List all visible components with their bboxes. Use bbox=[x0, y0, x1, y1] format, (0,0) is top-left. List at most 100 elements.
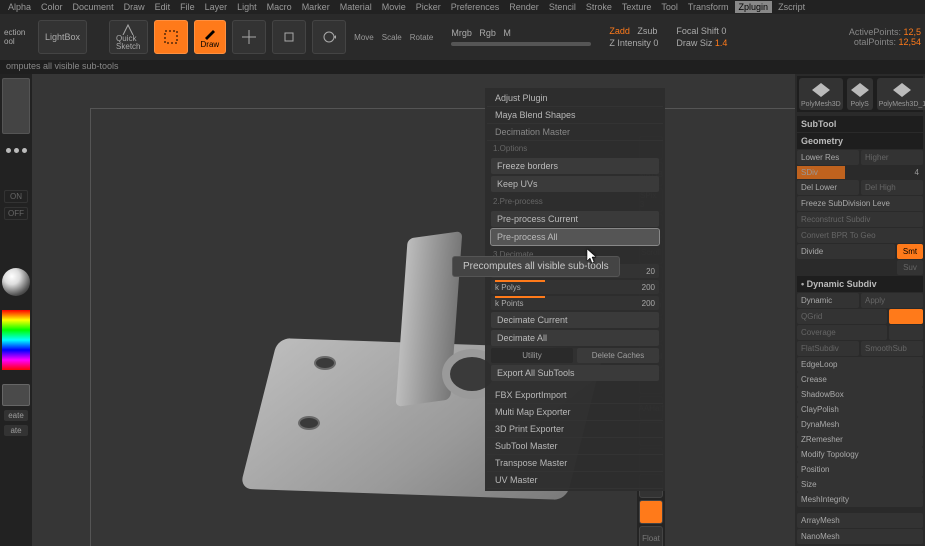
menu-edit[interactable]: Edit bbox=[151, 1, 175, 13]
menu-layer[interactable]: Layer bbox=[201, 1, 232, 13]
menu-preferences[interactable]: Preferences bbox=[447, 1, 504, 13]
arraymesh-header[interactable]: ArrayMesh bbox=[797, 513, 923, 528]
coverage-value[interactable] bbox=[889, 325, 923, 340]
freeze-subdiv-button[interactable]: Freeze SubDivision Leve bbox=[797, 196, 923, 211]
divide-button[interactable]: Divide bbox=[797, 244, 895, 259]
menu-picker[interactable]: Picker bbox=[412, 1, 445, 13]
plugin-uv-master[interactable]: UV Master bbox=[487, 472, 663, 489]
color-picker[interactable] bbox=[2, 310, 30, 370]
coverage-button[interactable]: Coverage bbox=[797, 325, 887, 340]
menu-render[interactable]: Render bbox=[505, 1, 543, 13]
decimation-master-item[interactable]: Decimation Master bbox=[487, 124, 663, 141]
del-lower-button[interactable]: Del Lower bbox=[797, 180, 859, 195]
menu-alpha[interactable]: Alpha bbox=[4, 1, 35, 13]
freeze-borders-button[interactable]: Freeze borders bbox=[491, 158, 659, 174]
suv-toggle[interactable]: Suv bbox=[897, 260, 923, 275]
delete-caches-button[interactable]: Delete Caches bbox=[577, 348, 659, 363]
menu-zplugin[interactable]: Zplugin bbox=[735, 1, 773, 13]
panel-zremesher[interactable]: ZRemesher bbox=[797, 432, 923, 447]
smt-toggle[interactable]: Smt bbox=[897, 244, 923, 259]
menu-material[interactable]: Material bbox=[336, 1, 376, 13]
move-mode-button[interactable] bbox=[232, 20, 266, 54]
menu-texture[interactable]: Texture bbox=[618, 1, 656, 13]
on-toggle[interactable]: ON bbox=[4, 190, 28, 203]
sdiv-slider[interactable]: SDiv4 bbox=[797, 166, 923, 179]
smoothsub-button[interactable]: SmoothSub bbox=[861, 341, 923, 356]
panel-claypolish[interactable]: ClayPolish bbox=[797, 402, 923, 417]
higher-res-button[interactable]: Higher bbox=[861, 150, 923, 165]
plugin-transpose-master[interactable]: Transpose Master bbox=[487, 455, 663, 472]
viewport[interactable]: Precomputes all visible sub-tools Adjust… bbox=[32, 74, 795, 546]
maya-blend-item[interactable]: Maya Blend Shapes bbox=[487, 107, 663, 124]
menu-light[interactable]: Light bbox=[233, 1, 261, 13]
panel-meshintegrity[interactable]: MeshIntegrity bbox=[797, 492, 923, 507]
qgrid-value[interactable] bbox=[889, 309, 923, 324]
menu-draw[interactable]: Draw bbox=[120, 1, 149, 13]
panel-size[interactable]: Size bbox=[797, 477, 923, 492]
rgb-toggle[interactable]: Rgb bbox=[479, 28, 496, 38]
rotate-mode-button[interactable] bbox=[312, 20, 346, 54]
convert-bpr-button[interactable]: Convert BPR To Geo bbox=[797, 228, 923, 243]
apply-button[interactable]: Apply bbox=[861, 293, 923, 308]
mrgb-toggle[interactable]: Mrgb bbox=[451, 28, 472, 38]
menu-transform[interactable]: Transform bbox=[684, 1, 733, 13]
flatsubdiv-button[interactable]: FlatSubdiv bbox=[797, 341, 859, 356]
edit-mode-button[interactable] bbox=[154, 20, 188, 54]
dynamic-button[interactable]: Dynamic bbox=[797, 293, 859, 308]
subtool-header[interactable]: SubTool bbox=[797, 116, 923, 132]
zadd-toggle[interactable]: Zadd bbox=[609, 26, 630, 36]
geometry-header[interactable]: Geometry bbox=[797, 133, 923, 149]
kpolys-slider[interactable]: k Polys200 bbox=[491, 280, 659, 294]
menu-document[interactable]: Document bbox=[69, 1, 118, 13]
menu-color[interactable]: Color bbox=[37, 1, 67, 13]
export-all-subtools-button[interactable]: Export All SubTools bbox=[491, 365, 659, 381]
viewport-icon-15[interactable]: Float bbox=[639, 526, 663, 546]
qgrid-button[interactable]: QGrid bbox=[797, 309, 887, 324]
scale-mode-button[interactable] bbox=[272, 20, 306, 54]
draw-mode-button[interactable]: Draw bbox=[194, 20, 227, 54]
adjust-plugin-item[interactable]: Adjust Plugin bbox=[487, 90, 663, 107]
reconstruct-subdiv-button[interactable]: Reconstruct Subdiv bbox=[797, 212, 923, 227]
lightbox-button[interactable]: LightBox bbox=[38, 20, 87, 54]
off-toggle[interactable]: OFF bbox=[4, 207, 28, 220]
panel-position[interactable]: Position bbox=[797, 462, 923, 477]
menu-macro[interactable]: Macro bbox=[263, 1, 296, 13]
menu-zscript[interactable]: Zscript bbox=[774, 1, 809, 13]
panel-shadowbox[interactable]: ShadowBox bbox=[797, 387, 923, 402]
tool-thumbnail[interactable] bbox=[2, 78, 30, 134]
brush-preview[interactable] bbox=[6, 138, 27, 162]
decimate-all-button[interactable]: Decimate All bbox=[491, 330, 659, 346]
gradient-swatch[interactable] bbox=[2, 384, 30, 406]
tool-thumb-0[interactable]: PolyMesh3D bbox=[799, 78, 843, 110]
kpoints-slider[interactable]: k Points200 bbox=[491, 296, 659, 310]
plugin-subtool-master[interactable]: SubTool Master bbox=[487, 438, 663, 455]
ate-button[interactable]: ate bbox=[4, 425, 28, 436]
panel-crease[interactable]: Crease bbox=[797, 372, 923, 387]
viewport-icon-14[interactable] bbox=[639, 500, 663, 524]
m-toggle[interactable]: M bbox=[503, 28, 511, 38]
del-higher-button[interactable]: Del High bbox=[861, 180, 923, 195]
menu-movie[interactable]: Movie bbox=[378, 1, 410, 13]
preprocess-all-button[interactable]: Pre-process All bbox=[491, 229, 659, 245]
panel-edgeloop[interactable]: EdgeLoop bbox=[797, 357, 923, 372]
menu-file[interactable]: File bbox=[176, 1, 199, 13]
rgb-intensity-slider[interactable] bbox=[451, 42, 591, 46]
menu-stroke[interactable]: Stroke bbox=[582, 1, 616, 13]
material-sphere[interactable] bbox=[2, 268, 30, 296]
panel-dynamesh[interactable]: DynaMesh bbox=[797, 417, 923, 432]
quicksketch-button[interactable]: Quick Sketch bbox=[109, 20, 147, 54]
keep-uvs-button[interactable]: Keep UVs bbox=[491, 176, 659, 192]
create-button[interactable]: eate bbox=[4, 410, 28, 421]
tool-thumb-1[interactable]: PolyS bbox=[847, 78, 873, 110]
plugin-multi-map-exporter[interactable]: Multi Map Exporter bbox=[487, 404, 663, 421]
menu-tool[interactable]: Tool bbox=[657, 1, 682, 13]
panel-modify-topology[interactable]: Modify Topology bbox=[797, 447, 923, 462]
decimate-current-button[interactable]: Decimate Current bbox=[491, 312, 659, 328]
menu-stencil[interactable]: Stencil bbox=[545, 1, 580, 13]
lower-res-button[interactable]: Lower Res bbox=[797, 150, 859, 165]
menu-marker[interactable]: Marker bbox=[298, 1, 334, 13]
tool-thumb-2[interactable]: PolyMesh3D_1 bbox=[877, 78, 925, 110]
dynamic-subdiv-header[interactable]: Dynamic Subdiv bbox=[797, 276, 923, 292]
zsub-toggle[interactable]: Zsub bbox=[637, 26, 657, 36]
plugin-fbx-exportimport[interactable]: FBX ExportImport bbox=[487, 387, 663, 404]
